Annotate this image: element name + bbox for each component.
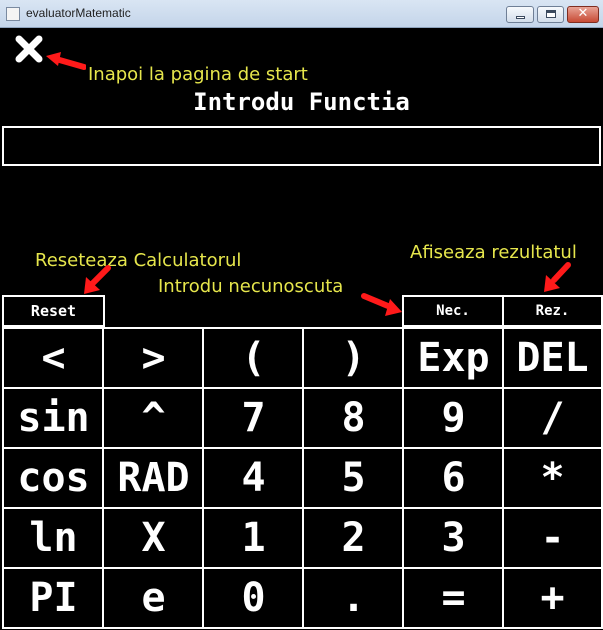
key-1[interactable]: 1 (202, 507, 305, 569)
key-9[interactable]: 9 (402, 387, 505, 449)
key-minus[interactable]: - (502, 507, 603, 569)
key-4[interactable]: 4 (202, 447, 305, 509)
key-x[interactable]: X (102, 507, 205, 569)
key-right[interactable]: > (102, 327, 205, 389)
key-close-paren[interactable]: ) (302, 327, 405, 389)
key-3[interactable]: 3 (402, 507, 505, 569)
close-icon: ✕ (577, 6, 589, 21)
key-cos[interactable]: cos (2, 447, 105, 509)
key-rad[interactable]: RAD (102, 447, 205, 509)
key-7[interactable]: 7 (202, 387, 305, 449)
close-x-icon[interactable] (14, 34, 44, 64)
minimize-icon (516, 16, 525, 19)
key-6[interactable]: 6 (402, 447, 505, 509)
page-title: Introdu Functia (193, 88, 410, 116)
back-annotation: Inapoi la pagina de start (88, 64, 308, 85)
red-arrow-icon (46, 52, 86, 70)
key-sin[interactable]: sin (2, 387, 105, 449)
reset-annotation: Reseteaza Calculatorul (35, 250, 242, 271)
key-plus[interactable]: + (502, 567, 603, 629)
maximize-icon (546, 10, 556, 18)
unknown-button[interactable]: Nec. (402, 295, 504, 327)
red-arrow-icon (84, 265, 111, 294)
maximize-button[interactable] (537, 6, 564, 23)
key-2[interactable]: 2 (302, 507, 405, 569)
key-left[interactable]: < (2, 327, 105, 389)
result-button[interactable]: Rez. (502, 295, 603, 327)
key-8[interactable]: 8 (302, 387, 405, 449)
key-ln[interactable]: ln (2, 507, 105, 569)
function-input[interactable] (2, 126, 601, 166)
app-icon (6, 7, 20, 21)
key-dot[interactable]: . (302, 567, 405, 629)
key-delete[interactable]: DEL (502, 327, 603, 389)
key-e[interactable]: e (102, 567, 205, 629)
key-open-paren[interactable]: ( (202, 327, 305, 389)
minimize-button[interactable] (506, 6, 534, 23)
window-title: evaluatorMatematic (26, 6, 131, 20)
key-power[interactable]: ^ (102, 387, 205, 449)
red-arrow-icon (361, 293, 402, 316)
red-arrow-icon (544, 262, 571, 292)
key-divide[interactable]: / (502, 387, 603, 449)
key-0[interactable]: 0 (202, 567, 305, 629)
window-titlebar: evaluatorMatematic ✕ (0, 0, 603, 28)
unknown-annotation: Introdu necunoscuta (158, 276, 344, 297)
key-5[interactable]: 5 (302, 447, 405, 509)
close-window-button[interactable]: ✕ (567, 6, 599, 23)
key-pi[interactable]: PI (2, 567, 105, 629)
key-exp[interactable]: Exp (402, 327, 505, 389)
key-multiply[interactable]: * (502, 447, 603, 509)
reset-button[interactable]: Reset (2, 295, 105, 327)
key-equals[interactable]: = (402, 567, 505, 629)
